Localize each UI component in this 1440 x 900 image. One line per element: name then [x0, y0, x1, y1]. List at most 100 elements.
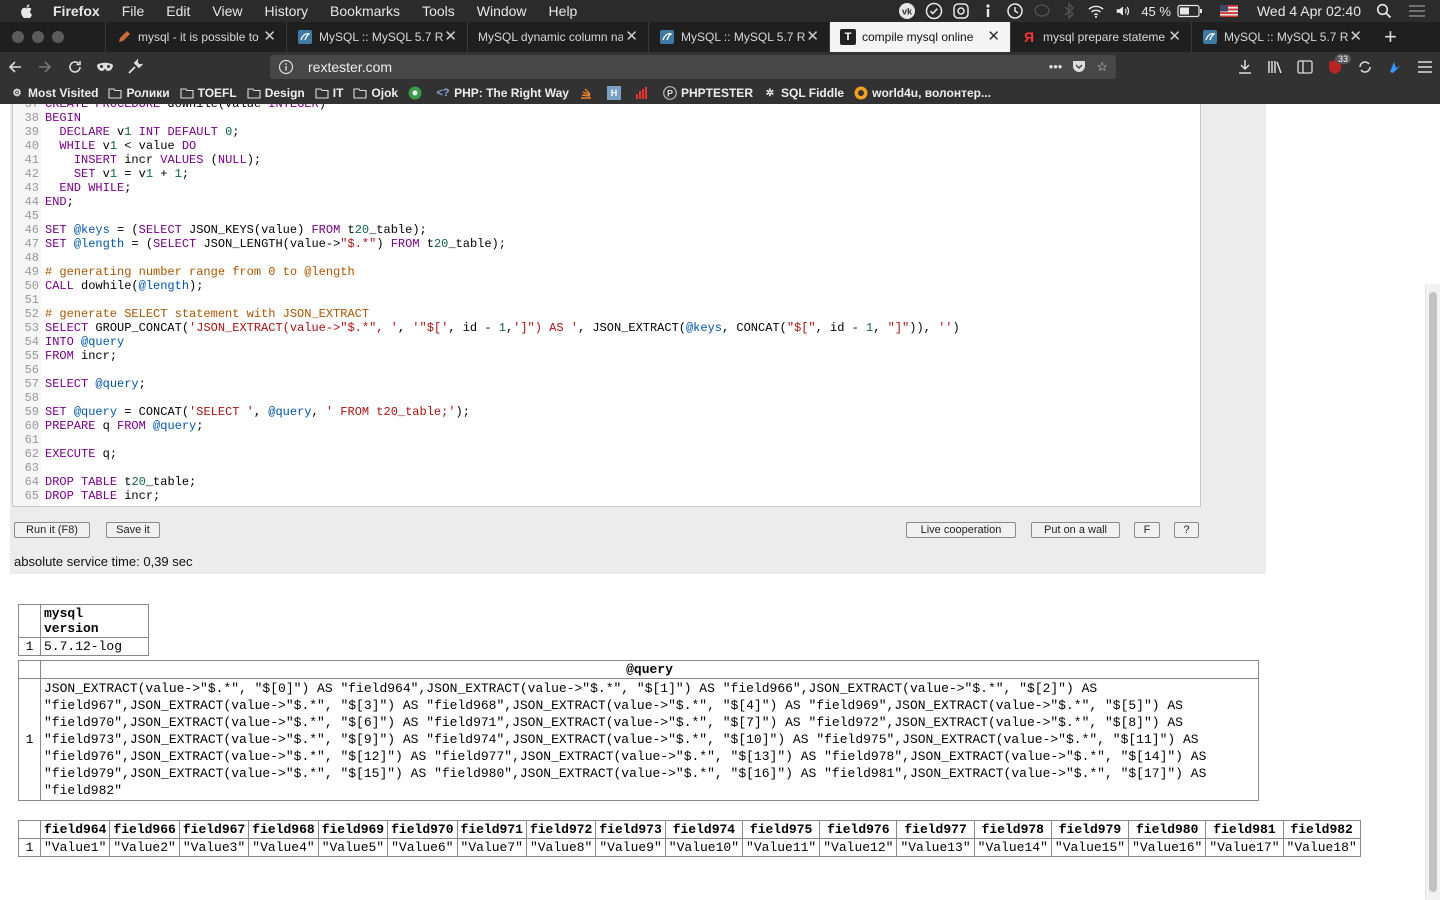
back-arrow-icon[interactable] — [0, 52, 30, 82]
mask-icon[interactable] — [90, 52, 120, 82]
tab-mysql-ref-3[interactable]: MySQL :: MySQL 5.7 Re ✕ — [1191, 22, 1372, 52]
library-icon[interactable] — [1260, 52, 1290, 82]
bookmark-green[interactable] — [408, 86, 426, 100]
time-machine-icon[interactable] — [1006, 2, 1024, 20]
spotlight-search-icon[interactable] — [1375, 2, 1393, 20]
bookmark-toefl[interactable]: TOEFL — [180, 86, 237, 100]
url-text[interactable]: rextester.com — [308, 59, 392, 75]
close-tab-icon[interactable]: ✕ — [444, 29, 457, 44]
bookmark-rolik[interactable]: Ролики — [108, 86, 170, 100]
bookmark-world4u[interactable]: world4u, волонтер... — [854, 86, 991, 100]
column-header: field976 — [819, 820, 898, 839]
p-circle-icon: P — [663, 86, 677, 100]
tab-mysql-dynamic-column[interactable]: MySQL dynamic column na ✕ — [467, 22, 648, 52]
vk-icon[interactable]: vk — [898, 2, 916, 20]
close-tab-icon[interactable]: ✕ — [987, 29, 1000, 44]
close-tab-icon[interactable]: ✕ — [1168, 29, 1181, 44]
chat-bubble-icon[interactable] — [1033, 2, 1051, 20]
tab-mysql-possible[interactable]: mysql - it is possible to ✕ — [105, 22, 286, 52]
new-tab-plus-icon[interactable]: + — [1384, 22, 1397, 52]
t-icon: T — [840, 29, 856, 45]
close-tab-icon[interactable]: ✕ — [625, 29, 638, 44]
info-icon[interactable] — [979, 2, 997, 20]
reload-icon[interactable] — [60, 52, 90, 82]
menu-bookmarks[interactable]: Bookmarks — [330, 0, 400, 22]
column-header: field974 — [664, 820, 744, 839]
help-button[interactable]: ? — [1174, 522, 1199, 538]
bookmark-label: PHP: The Right Way — [454, 86, 569, 100]
tab-title: mysql prepare stateme — [1043, 30, 1166, 44]
zoom-window-button[interactable] — [52, 31, 64, 43]
bookmark-h[interactable]: H — [606, 86, 625, 100]
extension-ublock-icon[interactable]: 33 — [1320, 52, 1352, 82]
menu-help[interactable]: Help — [549, 0, 578, 22]
bookmark-design[interactable]: Design — [247, 86, 305, 100]
bookmark-php-right-way[interactable]: <? PHP: The Right Way — [436, 86, 569, 100]
column-header: @query — [40, 660, 1259, 679]
run-button[interactable]: Run it (F8) — [14, 522, 90, 538]
us-flag-icon[interactable] — [1219, 2, 1238, 20]
battery-icon[interactable] — [1177, 2, 1203, 20]
menu-window[interactable]: Window — [477, 0, 527, 22]
line-number: 63 — [24, 461, 39, 475]
minimize-window-button[interactable] — [32, 31, 44, 43]
menu-tools[interactable]: Tools — [422, 0, 455, 22]
page-actions-icon[interactable]: ••• — [1049, 59, 1063, 76]
menu-app-name[interactable]: Firefox — [53, 0, 100, 22]
wifi-icon[interactable] — [1087, 2, 1105, 20]
menu-history[interactable]: History — [264, 0, 308, 22]
row-index: 1 — [18, 838, 41, 857]
column-header: field981 — [1205, 820, 1284, 839]
bookmark-bars[interactable] — [635, 86, 653, 100]
f-button[interactable]: F — [1134, 522, 1160, 538]
bookmark-stack[interactable] — [579, 86, 597, 100]
bluetooth-icon[interactable] — [1060, 2, 1078, 20]
bookmark-star-icon[interactable]: ☆ — [1096, 59, 1108, 76]
sync-icon[interactable] — [1350, 52, 1380, 82]
tab-mysql-prepare[interactable]: Я mysql prepare stateme ✕ — [1010, 22, 1191, 52]
site-info-icon[interactable] — [278, 59, 294, 75]
menu-edit[interactable]: Edit — [166, 0, 190, 22]
save-button[interactable]: Save it — [106, 522, 160, 538]
tab-compile-mysql-online[interactable]: T compile mysql online ✕ — [829, 22, 1010, 52]
put-on-wall-button[interactable]: Put on a wall — [1031, 522, 1120, 538]
pocket-icon[interactable] — [1072, 59, 1086, 76]
extension-blue-icon[interactable] — [1380, 52, 1410, 82]
bookmark-phptester[interactable]: P PHPTESTER — [663, 86, 753, 100]
tab-title: mysql - it is possible to — [138, 30, 259, 44]
close-tab-icon[interactable]: ✕ — [1349, 29, 1362, 44]
column-header: field973 — [595, 820, 666, 839]
menubar-clock[interactable]: Wed 4 Apr 02:40 — [1257, 3, 1361, 19]
code-text: SELECT GROUP_CONCAT('JSON_EXTRACT(value-… — [45, 321, 960, 335]
volume-icon[interactable] — [1114, 2, 1132, 20]
wrench-icon[interactable] — [120, 52, 150, 82]
menu-view[interactable]: View — [212, 0, 242, 22]
close-tab-icon[interactable]: ✕ — [806, 29, 819, 44]
page-scrollbar-thumb[interactable] — [1429, 292, 1437, 892]
bookmark-it[interactable]: IT — [315, 86, 344, 100]
bookmark-sql-fiddle[interactable]: ✲ SQL Fiddle — [763, 86, 844, 100]
code-editor[interactable]: 37 CREATE PROCEDURE dowhile(value INTEGER… — [12, 104, 1201, 507]
check-circle-icon[interactable] — [925, 2, 943, 20]
close-tab-icon[interactable]: ✕ — [263, 29, 276, 44]
notification-center-icon[interactable] — [1408, 2, 1426, 20]
forward-arrow-icon[interactable] — [30, 52, 60, 82]
bookmark-ojok[interactable]: Ojok — [353, 86, 398, 100]
address-bar[interactable]: rextester.com ••• ☆ — [270, 55, 1116, 79]
sidebar-icon[interactable] — [1290, 52, 1320, 82]
bookmark-most-visited[interactable]: ⚙ Most Visited — [10, 86, 99, 100]
apple-icon[interactable] — [19, 3, 35, 19]
bookmark-label: IT — [332, 86, 344, 100]
table-cell: "Value12" — [819, 838, 898, 857]
menu-file[interactable]: File — [122, 0, 145, 22]
tab-mysql-ref-2[interactable]: MySQL :: MySQL 5.7 Re ✕ — [648, 22, 829, 52]
table-cell: "Value10" — [664, 838, 744, 857]
openai-knot-icon[interactable] — [952, 2, 970, 20]
index-header — [18, 820, 41, 839]
hamburger-menu-icon[interactable] — [1410, 52, 1440, 82]
tab-mysql-ref-1[interactable]: MySQL :: MySQL 5.7 Re ✕ — [286, 22, 467, 52]
world-icon — [854, 86, 868, 100]
live-cooperation-button[interactable]: Live cooperation — [906, 522, 1016, 538]
download-icon[interactable] — [1230, 52, 1260, 82]
close-window-button[interactable] — [12, 31, 24, 43]
